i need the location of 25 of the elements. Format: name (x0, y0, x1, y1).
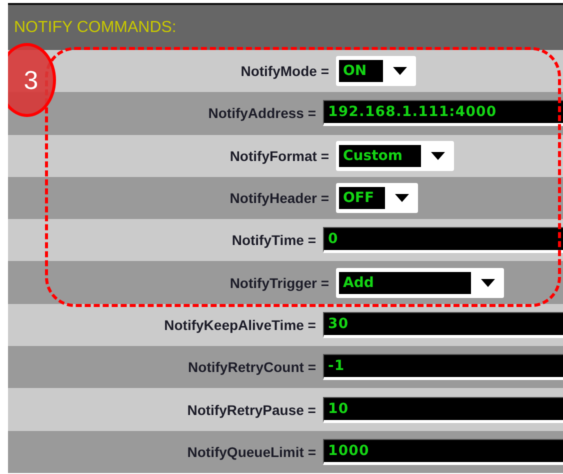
caret-icon (481, 278, 495, 287)
field-label: NotifyRetryPause = (186, 402, 317, 418)
input-field[interactable]: 192.168.1.111:4000 (323, 100, 563, 126)
field-label: NotifyRetryCount = (187, 359, 317, 376)
field-label: NotifyTrigger = (228, 274, 330, 291)
input-field[interactable]: 1000 (323, 438, 563, 465)
dropdown[interactable]: Add (336, 268, 504, 298)
field-label: NotifyFormat = (228, 148, 330, 164)
field-label: NotifyTime = (230, 232, 317, 248)
caret-icon (431, 152, 445, 160)
input-field[interactable]: 0 (323, 227, 563, 254)
caret-icon (395, 194, 409, 202)
dropdown[interactable]: Custom (336, 140, 454, 171)
section-title: NOTIFY COMMANDS: (14, 18, 176, 38)
input-field[interactable]: -1 (323, 354, 563, 380)
field-label: NotifyAddress = (207, 105, 317, 122)
dropdown[interactable]: ON (336, 56, 416, 86)
input-field[interactable]: 10 (323, 396, 563, 423)
field-label: NotifyHeader = (228, 190, 330, 206)
dropdown[interactable]: OFF (336, 183, 418, 214)
field-label: NotifyMode = (240, 63, 330, 80)
field-label: NotifyKeepAliveTime = (163, 316, 317, 333)
caret-icon (393, 67, 407, 76)
field-label: NotifyQueueLimit = (186, 444, 317, 460)
input-field[interactable]: 30 (323, 312, 563, 338)
